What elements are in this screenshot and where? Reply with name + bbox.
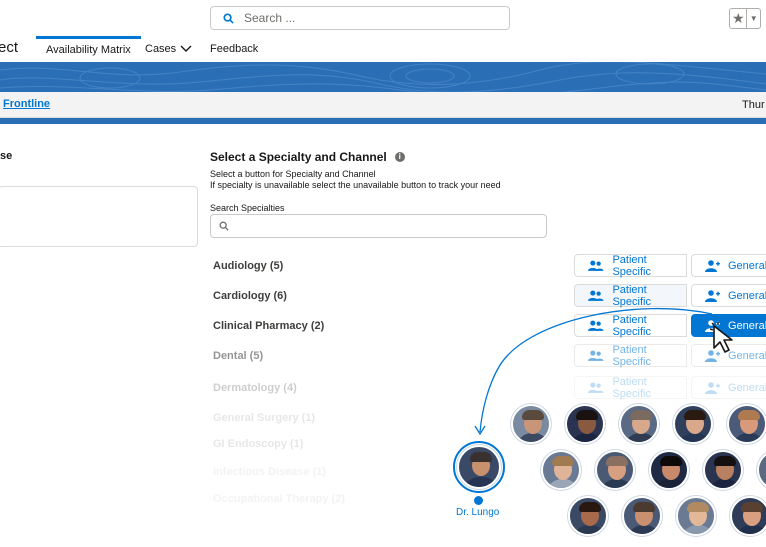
doctor-avatar[interactable] [703,450,743,490]
doctor-avatar[interactable] [568,496,608,536]
doctor-avatar[interactable] [541,450,581,490]
cursor-icon [710,322,733,353]
doctor-avatar[interactable] [649,450,689,490]
doctor-avatar[interactable] [622,496,662,536]
doctor-avatar[interactable] [511,404,551,444]
doctor-avatar[interactable] [673,404,713,444]
doctor-avatar[interactable] [619,404,659,444]
chat-icon[interactable] [474,496,483,505]
doctor-avatar[interactable] [727,404,766,444]
selected-doctor-avatar[interactable] [457,445,501,489]
doctor-avatar[interactable] [565,404,605,444]
app-root: Search ... ★ ▼ ect Availability Matrix C… [0,0,766,547]
doctor-name: Dr. Lungo [456,507,500,518]
doctor-avatar[interactable] [730,496,766,536]
doctor-avatar[interactable] [676,496,716,536]
doctor-avatar[interactable] [595,450,635,490]
